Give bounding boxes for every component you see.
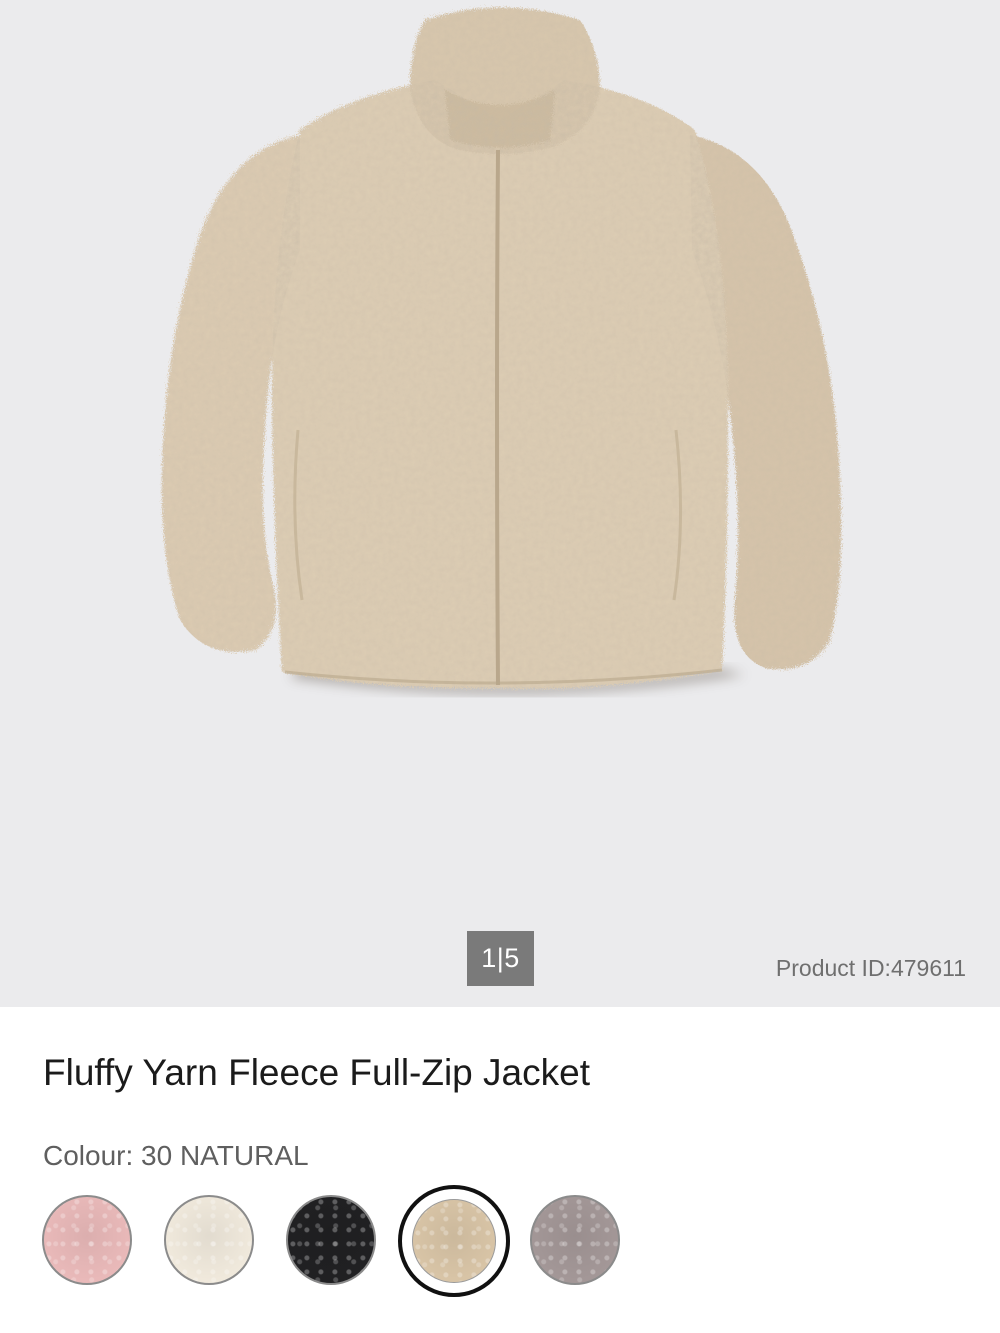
swatch-natural bbox=[412, 1199, 496, 1283]
swatch-black[interactable] bbox=[286, 1195, 376, 1285]
product-image-gallery[interactable]: 1|5 Product ID:479611 bbox=[0, 0, 1000, 1007]
product-info: Fluffy Yarn Fleece Full-Zip Jacket Colou… bbox=[0, 1007, 1000, 1333]
product-id: Product ID:479611 bbox=[775, 955, 966, 981]
image-pager: 1|5 bbox=[467, 931, 534, 986]
product-page: 1|5 Product ID:479611 Fluffy Yarn Fleece… bbox=[0, 0, 1000, 1333]
swatch-natural-selected[interactable] bbox=[398, 1185, 510, 1297]
swatch-grey[interactable] bbox=[530, 1195, 620, 1285]
swatch-pink[interactable] bbox=[42, 1195, 132, 1285]
swatch-off-white[interactable] bbox=[164, 1195, 254, 1285]
product-image[interactable] bbox=[0, 0, 1000, 1007]
colour-swatches bbox=[0, 1007, 1000, 1333]
